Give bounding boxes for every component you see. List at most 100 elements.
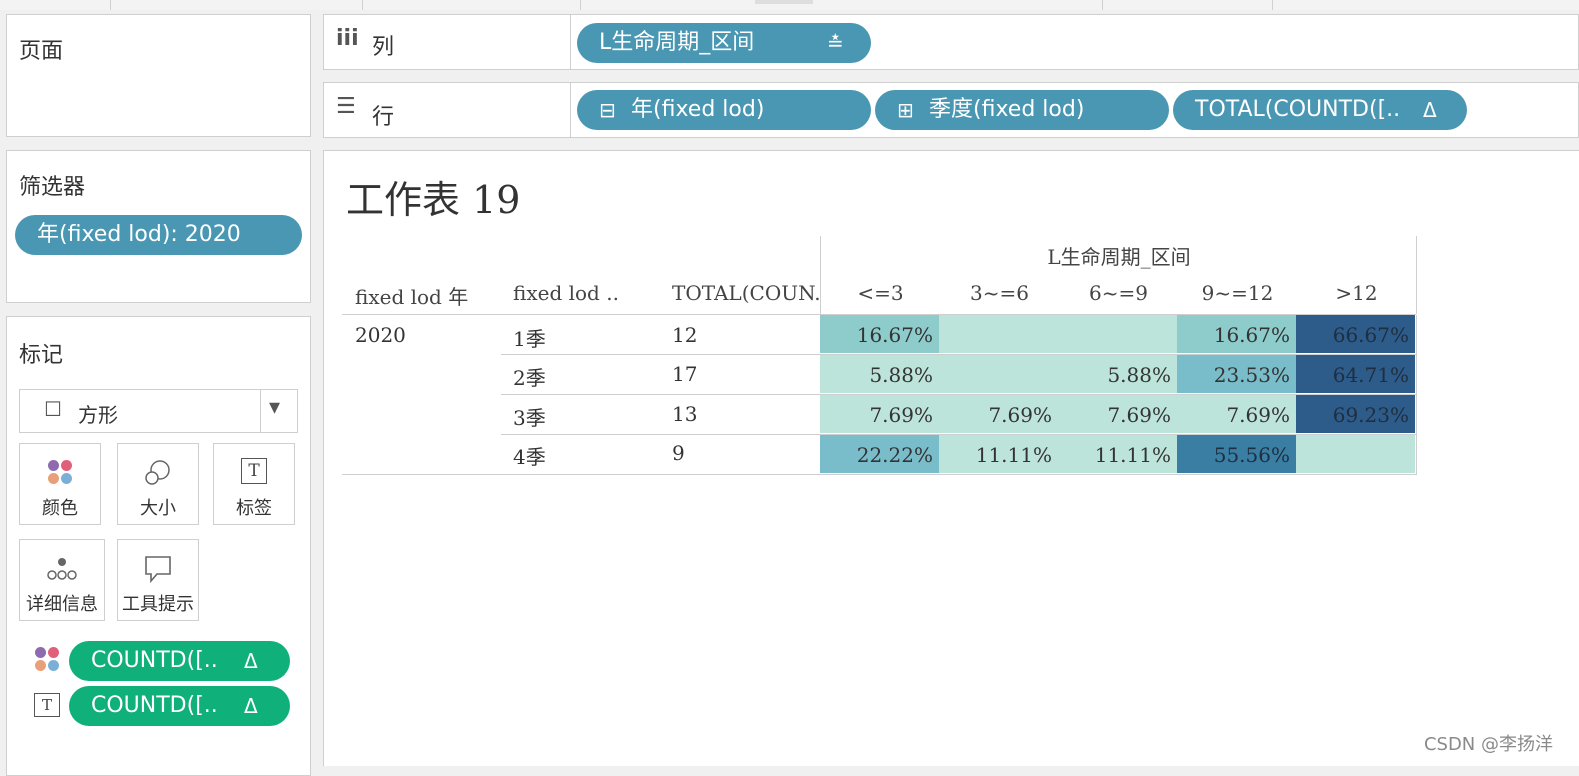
worksheet-view[interactable]: 工作表 19 L生命周期_区间 fixed lod 年 fixed lod ..…	[323, 150, 1579, 766]
label-field-pill[interactable]: COUNTD([.. Δ	[69, 686, 290, 726]
color-button-label: 颜色	[42, 498, 78, 519]
rows-pill-year[interactable]: ⊟ 年(fixed lod)	[577, 90, 871, 130]
filter-pill-year[interactable]: 年(fixed lod): 2020	[15, 215, 302, 255]
table-bottom-line	[342, 474, 1416, 475]
pages-panel-title: 页面	[19, 39, 64, 64]
text-label-icon: T	[241, 458, 267, 484]
color-button[interactable]: 颜色	[19, 443, 101, 525]
delta-icon: Δ	[244, 694, 258, 718]
rows-shelf[interactable]: ☰ 行 ⊟ 年(fixed lod) ⊞ 季度(fixed lod) TOTAL…	[323, 82, 1579, 138]
heatmap-cell[interactable]: 55.56%	[1177, 435, 1296, 473]
tooltip-icon	[145, 556, 171, 584]
rows-pill-quarter-text: 季度(fixed lod)	[929, 97, 1085, 122]
color-field-pill[interactable]: COUNTD([.. Δ	[69, 641, 290, 681]
heatmap-cell[interactable]: 7.69%	[820, 395, 939, 433]
row-header-year[interactable]: fixed lod 年	[355, 281, 505, 310]
pages-panel[interactable]: 页面	[6, 14, 311, 137]
table-right-border	[1416, 315, 1417, 475]
color-dots-icon	[46, 458, 74, 486]
row-header-total[interactable]: TOTAL(COUN..	[672, 281, 820, 305]
total-cell[interactable]: 17	[672, 362, 697, 386]
quarter-cell[interactable]: 4季	[513, 441, 546, 470]
rows-pill-year-text: 年(fixed lod)	[631, 97, 765, 122]
total-cell[interactable]: 9	[672, 441, 685, 465]
columns-shelf-label: iii 列	[324, 15, 571, 69]
heatmap-cell[interactable]: 16.67%	[820, 315, 939, 353]
heatmap-cell[interactable]: 69.23%	[1296, 395, 1415, 433]
top-tab-indicator	[755, 0, 813, 4]
size-icon	[145, 460, 170, 485]
collapse-icon[interactable]: ⊟	[599, 90, 616, 130]
rows-icon: ☰	[336, 94, 356, 119]
label-button[interactable]: T 标签	[213, 443, 295, 525]
filter-pill-label: 年(fixed lod): 2020	[37, 222, 241, 247]
heatmap-cell[interactable]: 7.69%	[1058, 395, 1177, 433]
quarter-cell[interactable]: 3季	[513, 402, 546, 431]
total-cell[interactable]: 12	[672, 323, 697, 347]
heatmap-cell[interactable]: 7.69%	[1177, 395, 1296, 433]
dropdown-divider	[260, 390, 261, 432]
label-button-label: 标签	[236, 498, 272, 519]
watermark: CSDN @李扬洋	[1423, 734, 1553, 755]
heatmap-cell[interactable]: 23.53%	[1177, 355, 1296, 393]
row-header-quarter[interactable]: fixed lod ..	[513, 281, 663, 305]
expand-icon[interactable]: ⊞	[897, 90, 914, 130]
heatmap-cell[interactable]: 5.88%	[1058, 355, 1177, 393]
top-tab-strip	[0, 0, 1579, 10]
mark-type-dropdown[interactable]: ☐ 方形 ▾	[19, 389, 298, 433]
heatmap-cell[interactable]: 16.67%	[1177, 315, 1296, 353]
heatmap-cell[interactable]: 11.11%	[939, 435, 1058, 473]
filters-panel[interactable]: 筛选器 年(fixed lod): 2020	[6, 150, 311, 303]
label-field-icon: T	[34, 693, 60, 717]
year-cell[interactable]: 2020	[355, 323, 406, 347]
detail-dots-icon	[47, 558, 77, 580]
heatmap-cell[interactable]: 64.71%	[1296, 355, 1415, 393]
tooltip-button[interactable]: 工具提示	[117, 539, 199, 621]
color-field-text: COUNTD([..	[91, 648, 218, 673]
heatmap-cell[interactable]	[1058, 315, 1177, 353]
column-header-le3[interactable]: <=3	[821, 281, 940, 305]
quarter-cell[interactable]: 1季	[513, 323, 546, 352]
total-cell[interactable]: 13	[672, 402, 697, 426]
columns-shelf-title: 列	[372, 35, 395, 60]
column-header-gt12[interactable]: >12	[1297, 281, 1416, 305]
size-button[interactable]: 大小	[117, 443, 199, 525]
column-header-3-6[interactable]: 3~=6	[940, 281, 1059, 305]
marks-panel-title: 标记	[19, 343, 64, 368]
mark-type-label: 方形	[78, 403, 118, 427]
tooltip-button-label: 工具提示	[122, 594, 194, 615]
heatmap-cell[interactable]	[939, 355, 1058, 393]
filters-panel-title: 筛选器	[19, 175, 86, 200]
heatmap-cell[interactable]: 11.11%	[1058, 435, 1177, 473]
detail-button[interactable]: 详细信息	[19, 539, 105, 621]
rows-pill-quarter[interactable]: ⊞ 季度(fixed lod)	[875, 90, 1169, 130]
column-header-6-9[interactable]: 6~=9	[1059, 281, 1178, 305]
quarter-cell[interactable]: 2季	[513, 362, 546, 391]
columns-icon: iii	[336, 26, 359, 51]
heatmap-cell[interactable]: 5.88%	[820, 355, 939, 393]
heatmap-cell[interactable]	[939, 315, 1058, 353]
size-button-label: 大小	[140, 498, 176, 519]
detail-button-label: 详细信息	[26, 594, 98, 615]
square-mark-icon: ☐	[44, 397, 62, 421]
marks-panel[interactable]: 标记 ☐ 方形 ▾ 颜色 大小 T 标签 详细信息 工具提示 COUNTD([.…	[6, 316, 311, 776]
columns-pill-text: L生命周期_区间	[599, 30, 755, 55]
heatmap-cell[interactable]: 22.22%	[820, 435, 939, 473]
heatmap-cell[interactable]: 7.69%	[939, 395, 1058, 433]
rows-pill-total-text: TOTAL(COUNTD([..	[1195, 97, 1401, 122]
chevron-down-icon[interactable]: ▾	[269, 395, 280, 420]
sort-icon: ≛	[827, 31, 844, 55]
columns-pill-lifecycle[interactable]: L生命周期_区间 ≛	[577, 23, 871, 63]
columns-shelf[interactable]: iii 列 L生命周期_区间 ≛	[323, 14, 1579, 70]
label-field-text: COUNTD([..	[91, 693, 218, 718]
rows-shelf-label: ☰ 行	[324, 83, 571, 137]
delta-icon: Δ	[1423, 98, 1437, 122]
heatmap-cell[interactable]	[1296, 435, 1415, 473]
column-header-9-12[interactable]: 9~=12	[1178, 281, 1297, 305]
delta-icon: Δ	[244, 649, 258, 673]
rows-pill-total[interactable]: TOTAL(COUNTD([.. Δ	[1173, 90, 1467, 130]
sheet-title: 工作表 19	[346, 178, 521, 222]
rows-shelf-title: 行	[372, 105, 395, 130]
color-field-icon	[33, 645, 61, 673]
heatmap-cell[interactable]: 66.67%	[1296, 315, 1415, 353]
